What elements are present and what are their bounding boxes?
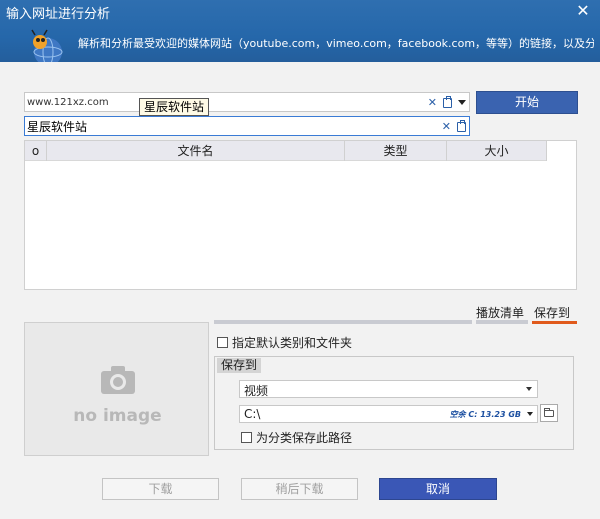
save-per-category-option[interactable]: 为分类保存此路径 [241, 429, 352, 446]
close-button[interactable]: ✕ [572, 0, 594, 22]
tab-playlist[interactable]: 播放清单 [476, 304, 524, 321]
download-later-button[interactable]: 稍后下载 [241, 478, 358, 500]
url-field-icons: ✕ [428, 95, 466, 110]
window-title: 输入网址进行分析 [6, 7, 111, 22]
dropdown-arrow-icon[interactable] [458, 100, 466, 105]
column-header-filename[interactable]: 文件名 [47, 141, 345, 161]
no-image-label: no image [73, 406, 162, 426]
tab-bar: 播放清单 保存到 [214, 302, 577, 324]
column-header-size[interactable]: 大小 [447, 141, 547, 161]
save-path-value: C:\ [244, 407, 261, 421]
folder-icon [544, 408, 554, 417]
category-select-value: 视频 [244, 384, 269, 398]
url-field[interactable]: ✕ [24, 92, 470, 112]
default-category-label: 指定默认类别和文件夹 [232, 336, 353, 350]
save-per-category-checkbox[interactable] [241, 432, 252, 443]
save-path-field[interactable]: C:\ 空余 C: 13.23 GB [239, 405, 538, 423]
column-header-type[interactable]: 类型 [345, 141, 447, 161]
chevron-down-icon[interactable] [527, 412, 533, 416]
category-select[interactable]: 视频 [239, 380, 538, 398]
dialog-body: ✕ 星辰软件站 开始 ✕ o 文件名 类型 大小 播放清单 保存到 [0, 62, 600, 519]
free-space-label: 空余 C: 13.23 GB [449, 410, 521, 419]
download-button[interactable]: 下载 [102, 478, 219, 500]
file-table[interactable]: o 文件名 类型 大小 [24, 140, 577, 290]
clipboard-icon[interactable] [443, 95, 452, 108]
clear-icon[interactable]: ✕ [428, 95, 437, 110]
tab-save-to-underline [532, 321, 577, 324]
chevron-down-icon[interactable] [526, 387, 532, 391]
edit-field-icons: ✕ [442, 119, 466, 134]
save-to-group-label: 保存到 [217, 358, 262, 373]
edit-input[interactable] [27, 118, 427, 135]
save-per-category-label: 为分类保存此路径 [256, 431, 353, 445]
tab-divider [214, 320, 472, 324]
edit-field[interactable]: ✕ [24, 116, 470, 136]
clipboard-icon[interactable] [457, 119, 466, 132]
start-button[interactable]: 开始 [476, 91, 578, 114]
tooltip: 星辰软件站 [139, 98, 210, 116]
default-category-option[interactable]: 指定默认类别和文件夹 [217, 334, 352, 351]
tab-playlist-underline [476, 320, 528, 324]
browse-folder-button[interactable] [540, 404, 558, 422]
camera-icon [101, 366, 135, 394]
clear-icon[interactable]: ✕ [442, 119, 451, 134]
title-bar: 输入网址进行分析 ✕ 解析和分析最受欢迎的媒体网站（youtube.com，vi… [0, 0, 600, 67]
cancel-button[interactable]: 取消 [379, 478, 497, 500]
table-header: o 文件名 类型 大小 [25, 141, 547, 161]
column-header-select[interactable]: o [25, 141, 47, 161]
tab-save-to[interactable]: 保存到 [534, 304, 570, 321]
default-category-checkbox[interactable] [217, 337, 228, 348]
url-input[interactable] [27, 95, 427, 110]
preview-panel: no image [24, 322, 209, 456]
banner-description: 解析和分析最受欢迎的媒体网站（youtube.com，vimeo.com，fac… [78, 37, 594, 50]
